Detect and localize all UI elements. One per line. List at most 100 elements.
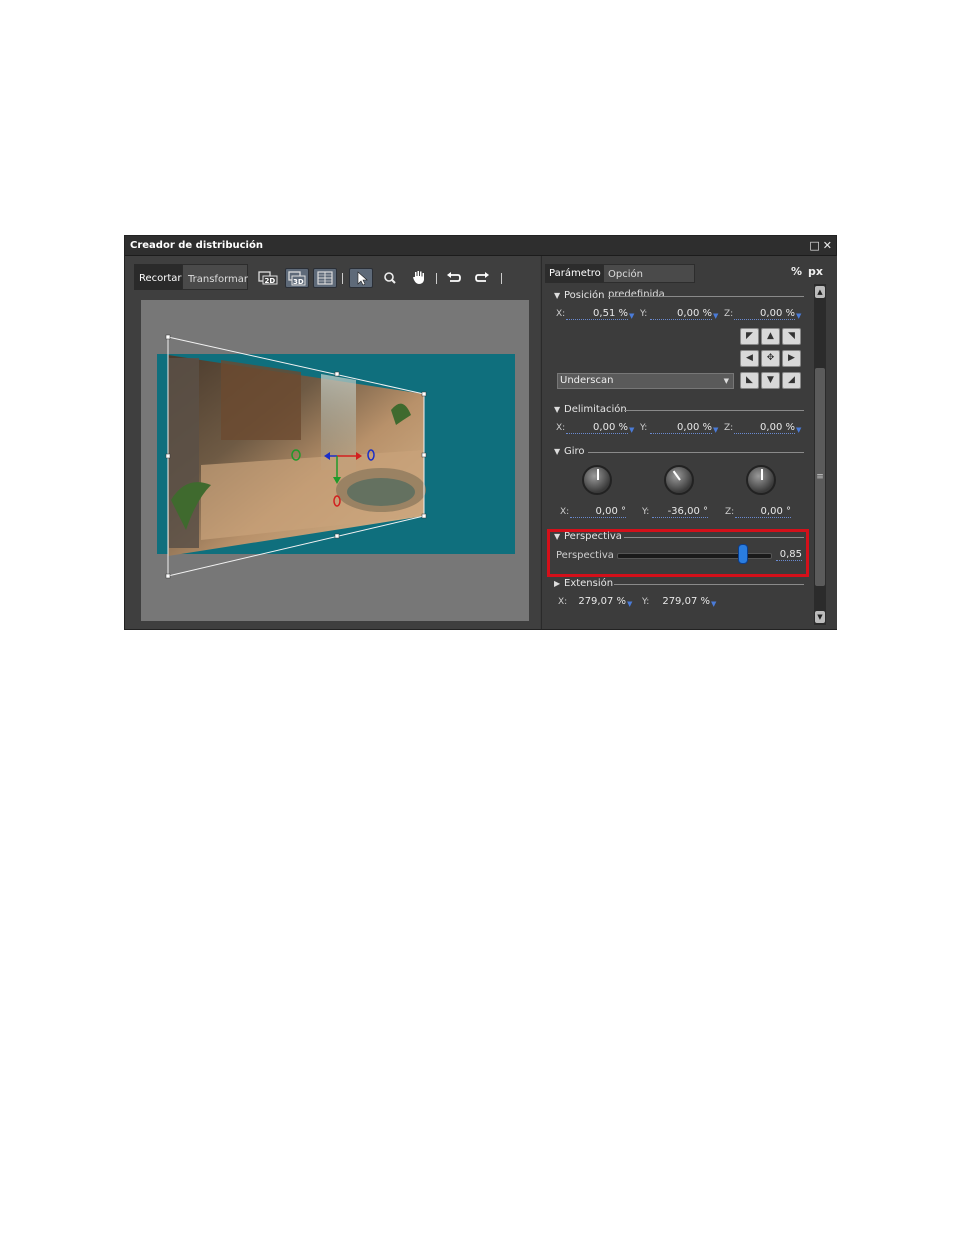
delimitacion-y-field[interactable]: 0,00 %	[650, 422, 712, 434]
undo-icon	[447, 272, 461, 282]
toolbar-divider	[501, 273, 502, 284]
hand-tool-button[interactable]	[407, 268, 431, 288]
grid-button[interactable]	[313, 268, 337, 288]
close-icon[interactable]: ✕	[823, 236, 832, 255]
giro-z-field[interactable]: 0,00 °	[735, 506, 791, 518]
align-bottom-button[interactable]: ▼	[761, 372, 780, 389]
title-bar[interactable]: Creador de distribución □ ✕	[125, 236, 836, 256]
slider-handle[interactable]	[738, 544, 748, 564]
delimitacion-x-label: X:	[556, 423, 566, 433]
edge-handle[interactable]	[334, 371, 340, 377]
collapse-arrow-icon[interactable]: ▼	[554, 447, 564, 456]
perspectiva-slider[interactable]	[617, 553, 772, 559]
scroll-up-icon[interactable]: ▲	[815, 286, 825, 298]
spin-down-icon[interactable]: ▼	[627, 600, 632, 608]
align-right-button[interactable]: ▶	[782, 350, 801, 367]
mode-3d-button[interactable]: 3D	[285, 268, 309, 288]
posicion-z-field[interactable]: 0,00 %	[734, 308, 795, 320]
tab-opcion-predefinida[interactable]: Opción predefinida	[603, 264, 695, 300]
grid-icon	[317, 271, 333, 285]
spin-down-icon[interactable]: ▼	[713, 426, 718, 434]
corner-handle[interactable]	[165, 573, 171, 579]
expand-arrow-icon[interactable]: ▶	[554, 579, 564, 588]
knob-indicator	[761, 469, 763, 480]
section-extension[interactable]: ▶ Extensión	[554, 578, 613, 589]
align-bottom-right-button[interactable]: ◢	[782, 372, 801, 389]
preview-canvas[interactable]	[141, 300, 529, 621]
undo-button[interactable]	[442, 268, 466, 288]
spin-down-icon[interactable]: ▼	[629, 312, 634, 320]
posicion-z-label: Z:	[724, 309, 734, 319]
redo-button[interactable]	[470, 268, 494, 288]
section-delimitacion[interactable]: ▼ Delimitación	[554, 404, 627, 415]
delimitacion-x-field[interactable]: 0,00 %	[566, 422, 628, 434]
align-left-button[interactable]: ◀	[740, 350, 759, 367]
spin-down-icon[interactable]: ▼	[796, 426, 801, 434]
tab-recortar[interactable]: Recortar	[134, 264, 182, 290]
section-giro[interactable]: ▼ Giro	[554, 446, 585, 457]
corner-handle[interactable]	[165, 334, 171, 340]
section-perspectiva[interactable]: ▼ Perspectiva	[554, 531, 622, 542]
select-tool-button[interactable]	[349, 268, 373, 288]
extension-y-label: Y:	[642, 597, 650, 607]
edge-handle[interactable]	[421, 452, 427, 458]
knob-indicator	[597, 469, 599, 480]
collapse-arrow-icon[interactable]: ▼	[554, 532, 564, 541]
mode-2d-button[interactable]: 2D	[256, 268, 280, 288]
delimitacion-z-label: Z:	[724, 423, 734, 433]
posicion-x-field[interactable]: 0,51 %	[566, 308, 628, 320]
spin-down-icon[interactable]: ▼	[713, 312, 718, 320]
collapse-arrow-icon[interactable]: ▼	[554, 405, 564, 414]
tab-parametro[interactable]: Parámetro	[545, 264, 603, 283]
edge-handle[interactable]	[334, 533, 340, 539]
zoom-tool-button[interactable]	[378, 268, 402, 288]
section-posicion[interactable]: ▼ Posición	[554, 290, 605, 301]
mode-3d-icon: 3D	[288, 271, 306, 286]
extension-x-field[interactable]: 279,07 %	[568, 596, 626, 607]
spin-down-icon[interactable]: ▼	[796, 312, 801, 320]
giro-y-field[interactable]: -36,00 °	[652, 506, 708, 518]
giro-x-field[interactable]: 0,00 °	[570, 506, 626, 518]
section-divider	[588, 452, 804, 453]
edge-handle[interactable]	[165, 453, 171, 459]
scan-mode-dropdown[interactable]: Underscan ▼	[557, 373, 734, 389]
spin-down-icon[interactable]: ▼	[711, 600, 716, 608]
unit-px-button[interactable]: px	[808, 265, 823, 278]
align-center-button[interactable]: ✥	[761, 350, 780, 367]
rotation-y-knob[interactable]	[664, 465, 694, 495]
transformed-clip[interactable]	[141, 300, 529, 621]
unit-percent-button[interactable]: %	[791, 265, 802, 278]
giro-y-label: Y:	[642, 507, 650, 517]
extension-x-label: X:	[558, 597, 568, 607]
delimitacion-z-field[interactable]: 0,00 %	[734, 422, 795, 434]
maximize-icon[interactable]: □	[809, 236, 819, 255]
chevron-down-icon: ▼	[723, 377, 729, 385]
hand-icon	[413, 271, 424, 284]
svg-text:2D: 2D	[265, 277, 276, 285]
corner-handle[interactable]	[421, 391, 427, 397]
corner-handle[interactable]	[421, 513, 427, 519]
collapse-arrow-icon[interactable]: ▼	[554, 291, 564, 300]
posicion-y-field[interactable]: 0,00 %	[650, 308, 712, 320]
tab-transformar[interactable]: Transformar	[182, 264, 248, 290]
section-divider	[614, 584, 804, 585]
scroll-down-icon[interactable]: ▼	[815, 611, 825, 623]
extension-y-field[interactable]: 279,07 %	[652, 596, 710, 607]
rotation-x-knob[interactable]	[582, 465, 612, 495]
section-divider	[608, 296, 804, 297]
rotation-z-knob[interactable]	[746, 465, 776, 495]
perspectiva-value-field[interactable]: 0,85	[776, 549, 802, 561]
align-bottom-left-button[interactable]: ◣	[740, 372, 759, 389]
pond-water	[347, 478, 415, 506]
vertical-scrollbar[interactable]: ▲ ≡ ▼	[814, 284, 826, 625]
delimitacion-y-label: Y:	[640, 423, 648, 433]
spin-down-icon[interactable]: ▼	[629, 426, 634, 434]
align-top-right-button[interactable]: ◥	[782, 328, 801, 345]
redo-icon	[475, 272, 489, 282]
scroll-thumb[interactable]: ≡	[815, 368, 825, 586]
align-top-button[interactable]: ▲	[761, 328, 780, 345]
section-divider	[624, 410, 804, 411]
align-top-left-button[interactable]: ◤	[740, 328, 759, 345]
parameters-pane: Parámetro Opción predefinida % px ▼ Posici…	[541, 256, 837, 629]
toolbar-divider	[342, 273, 343, 284]
